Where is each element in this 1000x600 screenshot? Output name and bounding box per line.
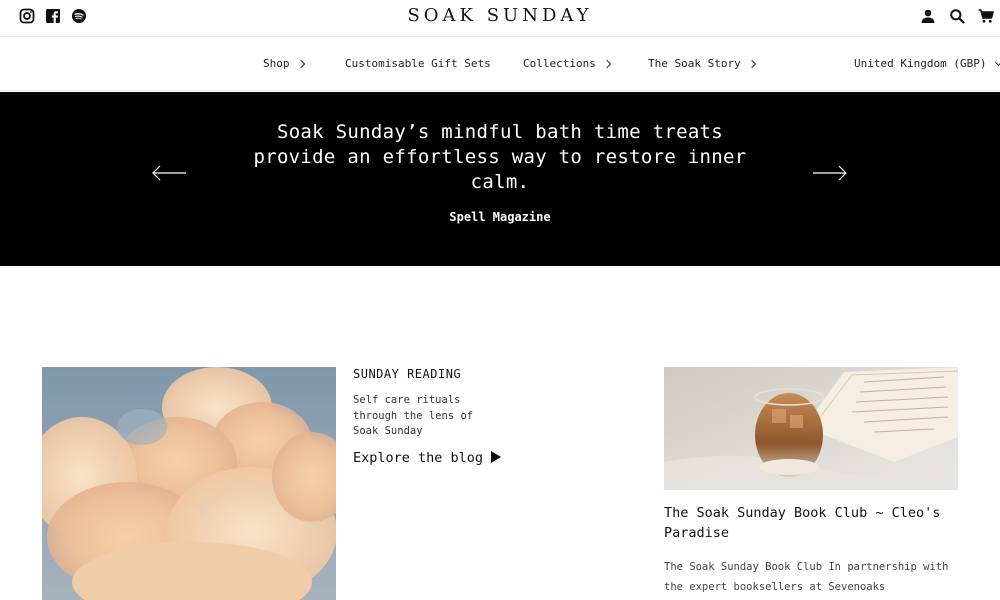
cart-icon[interactable] [978, 8, 994, 24]
testimonial-source: Spell Magazine [449, 210, 551, 224]
nav-item-label: Collections [523, 57, 596, 70]
blog-post-image[interactable] [664, 367, 958, 490]
clouds-image[interactable] [42, 367, 336, 600]
section-label: SUNDAY READING [353, 367, 462, 381]
nav-item-shop[interactable]: Shop [263, 57, 305, 70]
arrow-left-icon[interactable] [151, 164, 187, 182]
brand-logo[interactable]: SOAK SUNDAY [0, 5, 1000, 26]
chevron-right-icon [296, 59, 305, 69]
nav-item-label: The Soak Story [648, 57, 741, 70]
chevron-right-icon [602, 59, 612, 69]
arrow-right-icon[interactable] [812, 164, 848, 182]
play-arrow-icon [491, 451, 502, 463]
section-description: Self care rituals through the lens of So… [353, 394, 474, 437]
chevron-down-icon [995, 58, 1000, 66]
nav-item-collections[interactable]: Collections [523, 57, 612, 70]
utility-icons [920, 8, 994, 24]
chevron-right-icon [747, 59, 756, 69]
testimonial-quote: Soak Sunday’s mindful bath time treats p… [253, 121, 747, 193]
currency-label: United Kingdom (GBP) [854, 57, 987, 70]
nav-item-label: Shop [263, 57, 290, 70]
search-icon[interactable] [949, 8, 965, 24]
top-bar: SOAK SUNDAY [0, 0, 1000, 37]
blog-post-title[interactable]: The Soak Sunday Book Club ~ Cleo's Parad… [664, 504, 964, 543]
nav-item-gift-sets[interactable]: Customisable Gift Sets [345, 57, 491, 70]
account-icon[interactable] [920, 8, 936, 24]
explore-blog-link[interactable]: Explore the blog [353, 450, 502, 466]
nav-item-label: Customisable Gift Sets [345, 57, 491, 70]
testimonial-carousel: Soak Sunday’s mindful bath time treats p… [0, 92, 1000, 266]
main-nav: Shop Customisable Gift Sets Collections … [0, 37, 1000, 91]
blog-post-excerpt: The Soak Sunday Book Club In partnership… [664, 561, 949, 593]
explore-blog-label: Explore the blog [353, 450, 484, 466]
currency-selector[interactable]: United Kingdom (GBP) [854, 57, 1000, 70]
nav-item-soak-story[interactable]: The Soak Story [648, 57, 756, 70]
